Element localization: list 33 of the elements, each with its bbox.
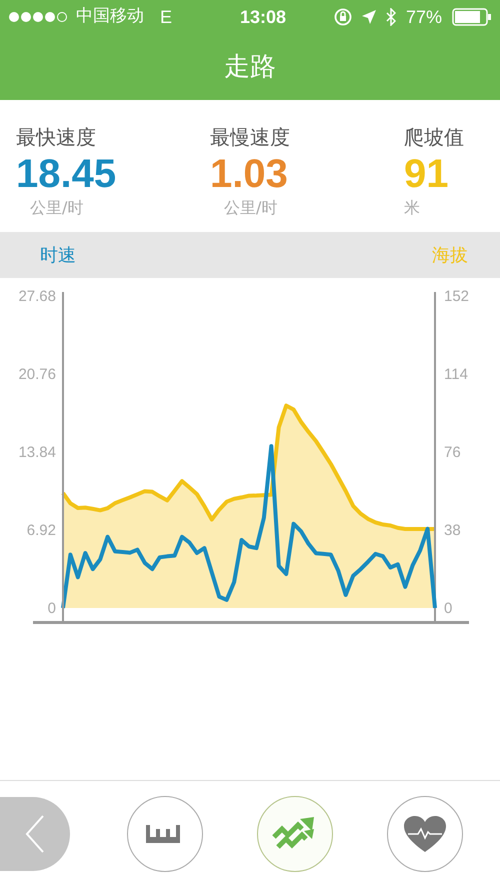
y-tick-label: 6.92: [26, 522, 56, 539]
network-type: E: [160, 6, 172, 28]
battery-percent: 77%: [406, 6, 442, 28]
bluetooth-icon: [386, 8, 396, 26]
stat-unit: 公里/时: [30, 197, 84, 219]
stat-unit: 公里/时: [224, 197, 278, 219]
battery-icon: [452, 8, 492, 26]
y-tick-label: 76: [444, 444, 461, 461]
stat-label: 最慢速度: [210, 124, 291, 151]
y-tick-label: 152: [444, 288, 470, 305]
carrier-name: 中国移动: [76, 5, 144, 28]
location-arrow-icon: [362, 10, 376, 24]
heart-pulse-icon: [403, 815, 447, 853]
y-tick-label: 114: [444, 366, 468, 383]
y-tick-label: 27.68: [18, 288, 56, 305]
y-tick-label: 20.76: [18, 366, 56, 383]
stat-label: 爬坡值: [404, 124, 464, 151]
stat-value: 1.03: [210, 152, 289, 196]
speed-legend: 时速: [40, 242, 76, 268]
clock-time: 13:08: [240, 6, 286, 28]
stat-value: 18.45: [16, 152, 118, 196]
stat-label: 最快速度: [16, 124, 97, 151]
screen-title: 走路: [224, 50, 276, 84]
y-tick-label: 38: [444, 522, 461, 539]
rotation-lock-icon: [334, 8, 352, 26]
y-tick-label: 0: [444, 600, 452, 617]
elevation-legend: 海拔: [432, 242, 468, 268]
y-tick-label: 13.84: [18, 444, 56, 461]
stat-value: 91: [404, 152, 448, 196]
chevron-left-icon: [25, 815, 45, 853]
y-tick-label: 0: [48, 600, 56, 617]
signal-icon: [8, 11, 68, 23]
stat-unit: 米: [404, 197, 420, 219]
